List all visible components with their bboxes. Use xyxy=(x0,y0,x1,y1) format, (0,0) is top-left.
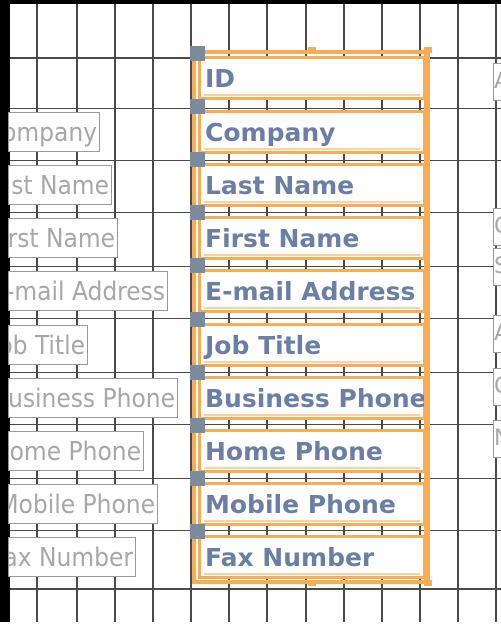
right-label[interactable]: A xyxy=(493,315,501,353)
field-underline xyxy=(204,414,420,416)
right-label-text: C xyxy=(494,374,501,399)
label-company[interactable]: Company xyxy=(8,112,100,152)
field-underline xyxy=(204,573,420,575)
right-label-text: S xyxy=(494,254,501,279)
field-underline xyxy=(204,361,420,363)
field-email-address-text: E-mail Address xyxy=(205,277,416,306)
field-business-phone[interactable]: Business Phone xyxy=(198,376,427,420)
field-home-phone[interactable]: Home Phone xyxy=(198,429,426,473)
field-underline xyxy=(204,148,420,150)
label-first-name[interactable]: First Name xyxy=(8,218,118,258)
form-designer-canvas[interactable]: Company Last Name First Name E-mail Addr… xyxy=(0,0,501,627)
field-id[interactable]: ID xyxy=(198,56,426,100)
label-home-phone-text: Home Phone xyxy=(9,437,141,467)
field-last-name-text: Last Name xyxy=(205,171,355,200)
move-handle[interactable] xyxy=(190,152,205,167)
resize-handle-bottom[interactable] xyxy=(308,580,316,586)
field-company-text: Company xyxy=(205,118,336,147)
move-handle[interactable] xyxy=(190,471,205,486)
field-underline xyxy=(204,307,420,309)
field-last-name[interactable]: Last Name xyxy=(198,163,426,207)
label-business-phone[interactable]: Business Phone xyxy=(8,378,178,418)
label-job-title[interactable]: Job Title xyxy=(8,325,88,365)
canvas-border-left xyxy=(0,0,10,627)
move-handle[interactable] xyxy=(190,99,205,114)
field-id-text: ID xyxy=(205,64,236,93)
move-handle[interactable] xyxy=(190,418,205,433)
right-label[interactable]: S xyxy=(493,248,501,286)
field-job-title[interactable]: Job Title xyxy=(198,323,426,367)
field-underline xyxy=(204,94,420,96)
grid-line xyxy=(10,588,501,590)
label-last-name[interactable]: Last Name xyxy=(8,165,112,205)
label-email-address[interactable]: E-mail Address xyxy=(8,271,168,311)
field-underline xyxy=(204,201,420,203)
field-company[interactable]: Company xyxy=(198,110,426,154)
label-mobile-phone-text: Mobile Phone xyxy=(8,490,155,520)
field-mobile-phone-text: Mobile Phone xyxy=(205,490,396,519)
field-fax-number-text: Fax Number xyxy=(205,543,375,572)
label-mobile-phone[interactable]: Mobile Phone xyxy=(8,484,158,524)
label-fax-number-text: Fax Number xyxy=(9,543,133,573)
field-fax-number[interactable]: Fax Number xyxy=(198,535,426,579)
move-handle[interactable] xyxy=(190,46,205,61)
right-label[interactable]: A xyxy=(493,63,501,101)
right-label-text: N xyxy=(494,426,501,451)
right-label[interactable]: C xyxy=(493,368,501,406)
resize-handle-top-right[interactable] xyxy=(424,47,432,53)
right-label[interactable]: N xyxy=(493,420,501,458)
move-handle[interactable] xyxy=(190,365,205,380)
right-label-text: A xyxy=(494,321,501,346)
label-last-name-text: Last Name xyxy=(9,171,109,201)
canvas-border-bottom xyxy=(0,622,501,627)
resize-handle-top[interactable] xyxy=(308,47,316,53)
label-email-address-text: E-mail Address xyxy=(8,277,165,307)
move-handle[interactable] xyxy=(190,258,205,273)
move-handle[interactable] xyxy=(190,205,205,220)
right-label-text: A xyxy=(494,69,501,94)
selection-border-right[interactable] xyxy=(424,50,430,583)
label-home-phone[interactable]: Home Phone xyxy=(8,431,144,471)
label-business-phone-text: Business Phone xyxy=(8,384,175,414)
field-home-phone-text: Home Phone xyxy=(205,437,383,466)
label-job-title-text: Job Title xyxy=(9,331,85,361)
field-first-name-text: First Name xyxy=(205,224,360,253)
field-job-title-text: Job Title xyxy=(205,331,322,360)
resize-handle-bottom-right[interactable] xyxy=(424,580,432,586)
field-underline xyxy=(204,520,420,522)
right-label-text: C xyxy=(494,214,501,239)
move-handle[interactable] xyxy=(190,312,205,327)
field-first-name[interactable]: First Name xyxy=(198,216,426,260)
label-company-text: Company xyxy=(9,118,97,148)
label-fax-number[interactable]: Fax Number xyxy=(8,537,136,577)
move-handle[interactable] xyxy=(190,524,205,539)
field-underline xyxy=(204,467,420,469)
label-first-name-text: First Name xyxy=(8,224,115,254)
field-underline xyxy=(204,254,420,256)
field-mobile-phone[interactable]: Mobile Phone xyxy=(198,482,426,526)
right-label[interactable]: C xyxy=(493,208,501,246)
field-email-address[interactable]: E-mail Address xyxy=(198,269,426,313)
field-business-phone-text: Business Phone xyxy=(205,384,427,413)
